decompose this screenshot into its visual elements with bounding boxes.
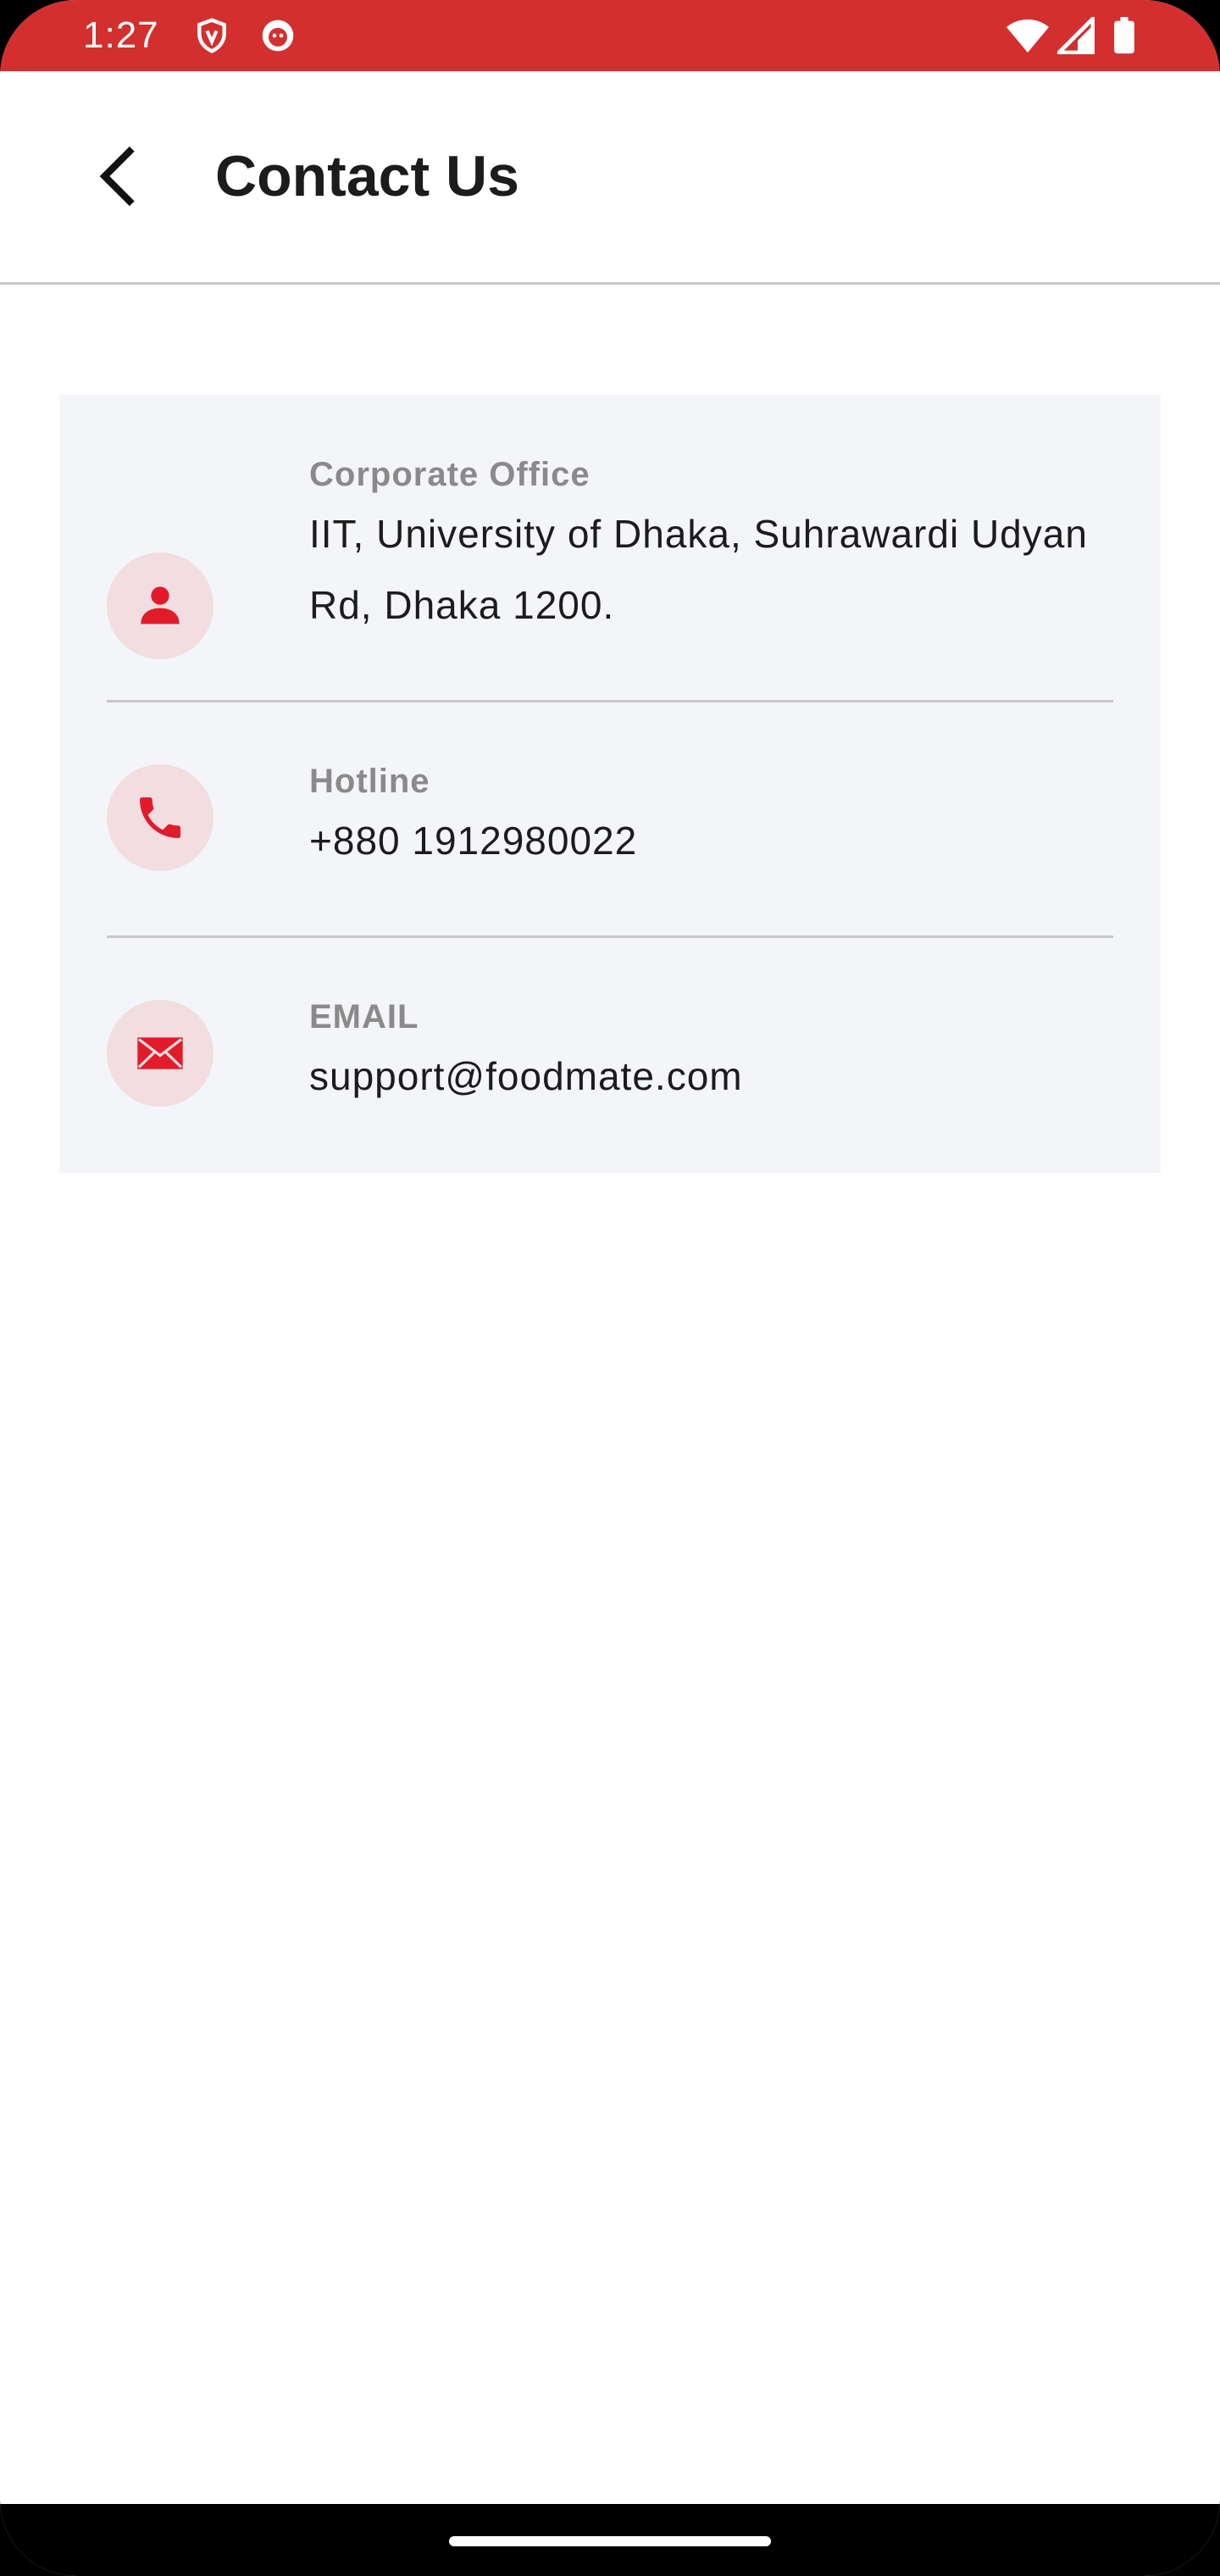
contact-value[interactable]: support@foodmate.com	[309, 1041, 1156, 1112]
wifi-icon	[1005, 17, 1051, 54]
contact-item-corporate-office: Corporate Office IIT, University of Dhak…	[107, 454, 1113, 659]
mail-icon	[137, 1037, 183, 1069]
app-notification-icon	[259, 17, 297, 54]
contact-label: EMAIL	[309, 998, 419, 1035]
back-button[interactable]	[81, 139, 156, 214]
divider	[107, 700, 1113, 702]
contact-value[interactable]: IIT, University of Dhaka, Suhrawardi Udy…	[309, 498, 1156, 641]
icon-circle	[107, 552, 214, 659]
contact-label: Hotline	[309, 763, 430, 800]
battery-icon	[1110, 17, 1139, 54]
person-icon	[141, 586, 180, 625]
icon-circle	[107, 764, 214, 871]
status-bar: 1:27	[0, 0, 1220, 71]
contact-item-email: EMAIL support@foodmate.com	[107, 997, 1113, 1132]
divider	[107, 935, 1113, 938]
status-time: 1:27	[83, 14, 159, 56]
icon-circle	[107, 1000, 214, 1107]
phone-icon	[140, 797, 180, 838]
chevron-left-icon	[99, 146, 135, 207]
app-bar: Contact Us	[0, 71, 1220, 285]
contact-label: Corporate Office	[309, 456, 591, 493]
page-title: Contact Us	[215, 144, 519, 208]
contact-card: Corporate Office IIT, University of Dhak…	[59, 395, 1161, 1173]
vpn-shield-icon	[193, 17, 230, 54]
cellular-signal-icon	[1057, 17, 1095, 54]
home-indicator[interactable]	[449, 2536, 771, 2546]
screen: 1:27 Contact Us Corporate Office IIT, Un…	[0, 0, 1220, 2576]
contact-item-hotline: Hotline +880 1912980022	[107, 761, 1113, 897]
navigation-bar	[0, 2504, 1220, 2576]
contact-value[interactable]: +880 1912980022	[309, 805, 1156, 876]
